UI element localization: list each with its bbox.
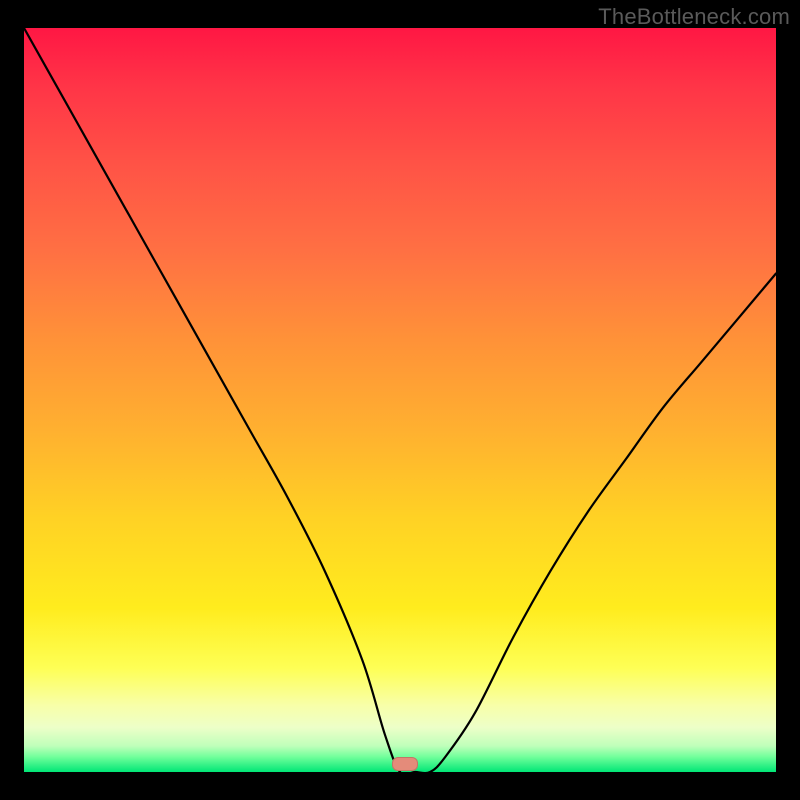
plot-area	[24, 28, 776, 772]
chart-frame: TheBottleneck.com	[0, 0, 800, 800]
watermark-text: TheBottleneck.com	[598, 4, 790, 30]
curve-layer	[24, 28, 776, 772]
bottleneck-curve	[24, 28, 776, 772]
optimal-marker	[392, 757, 418, 771]
